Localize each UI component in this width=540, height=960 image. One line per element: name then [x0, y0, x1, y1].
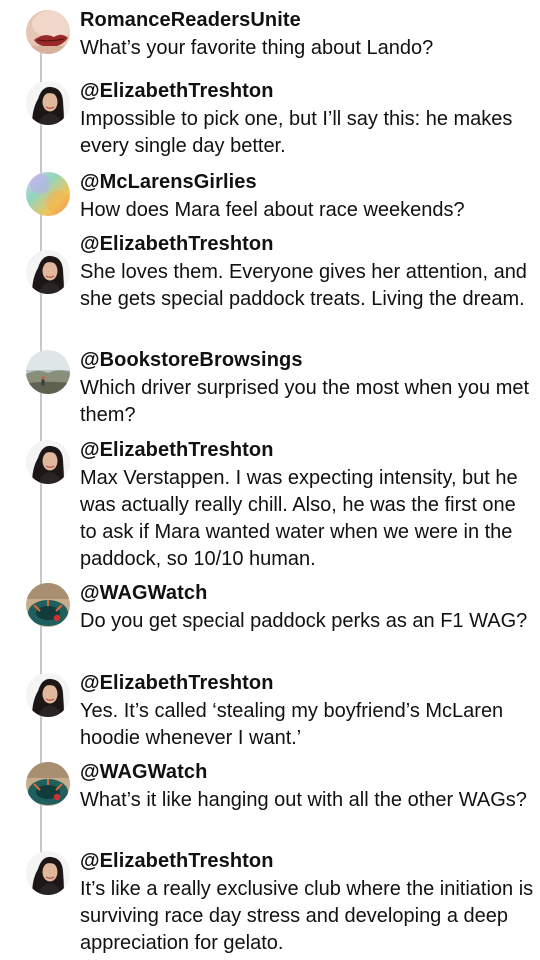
lips-photo-avatar[interactable] — [26, 10, 70, 54]
post-text: Impossible to pick one, but I’ll say thi… — [80, 108, 513, 157]
woman-portrait-avatar[interactable] — [26, 250, 70, 294]
username[interactable]: @WAGWatch — [80, 582, 207, 605]
username[interactable]: RomanceReadersUnite — [80, 9, 301, 32]
post-text: Which driver surprised you the most when… — [80, 377, 530, 426]
post-text: How does Mara feel about race weekends? — [80, 199, 465, 221]
car-wheel-avatar[interactable] — [26, 583, 70, 627]
username[interactable]: @ElizabethTreshton — [80, 672, 274, 695]
landscape-avatar[interactable] — [26, 350, 70, 394]
post-text: What’s it like hanging out with all the … — [80, 789, 527, 811]
woman-portrait-avatar[interactable] — [26, 440, 70, 484]
username[interactable]: @McLarensGirlies — [80, 171, 257, 194]
gradient-avatar[interactable] — [26, 172, 70, 216]
post-text: Do you get special paddock perks as an F… — [80, 610, 528, 632]
car-wheel-avatar[interactable] — [26, 762, 70, 806]
post-text: What’s your favorite thing about Lando? — [80, 37, 434, 59]
post-text: It’s like a really exclusive club where … — [80, 878, 534, 954]
woman-portrait-avatar[interactable] — [26, 673, 70, 717]
post-text: Max Verstappen. I was expecting intensit… — [80, 467, 518, 570]
post-text: She loves them. Everyone gives her atten… — [80, 261, 527, 310]
username[interactable]: @ElizabethTreshton — [80, 233, 274, 256]
username[interactable]: @ElizabethTreshton — [80, 80, 274, 103]
post-text: Yes. It’s called ‘stealing my boyfriend’… — [80, 700, 504, 749]
username[interactable]: @ElizabethTreshton — [80, 850, 274, 873]
username[interactable]: @ElizabethTreshton — [80, 439, 274, 462]
username[interactable]: @WAGWatch — [80, 761, 207, 784]
username[interactable]: @BookstoreBrowsings — [80, 349, 303, 372]
woman-portrait-avatar[interactable] — [26, 81, 70, 125]
woman-portrait-avatar[interactable] — [26, 851, 70, 895]
